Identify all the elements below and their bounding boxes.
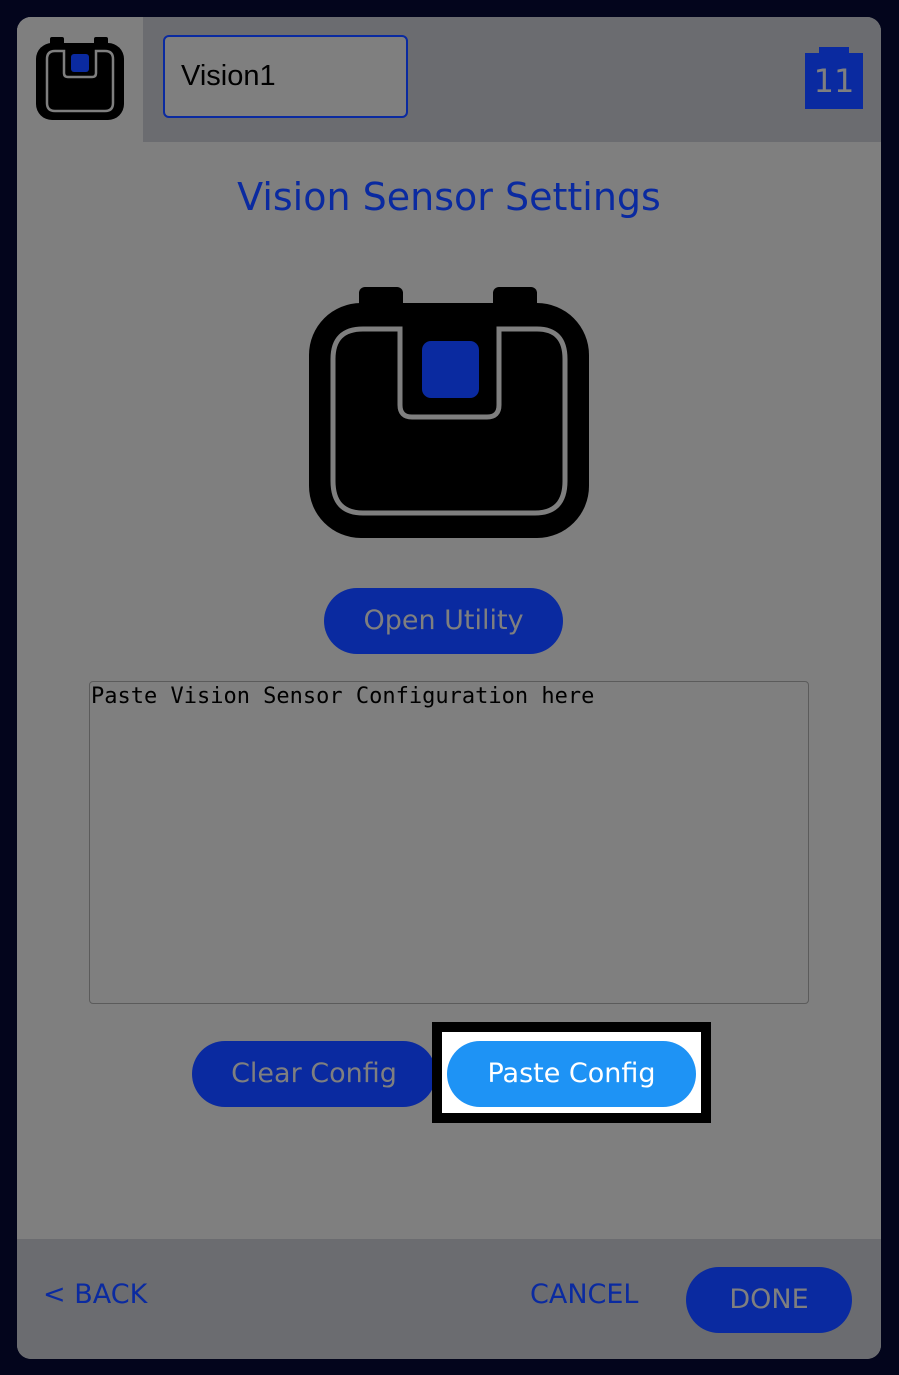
- clear-config-button[interactable]: Clear Config: [192, 1041, 436, 1107]
- device-icon-box: [17, 17, 143, 142]
- vision-sensor-icon: [36, 37, 124, 120]
- port-badge: 11: [805, 47, 863, 109]
- header-bar: 11: [17, 17, 881, 142]
- cancel-button[interactable]: CANCEL: [530, 1279, 638, 1310]
- vision-sensor-icon: [309, 287, 589, 538]
- done-button[interactable]: DONE: [686, 1267, 852, 1333]
- open-utility-button[interactable]: Open Utility: [324, 588, 563, 654]
- back-button[interactable]: < BACK: [43, 1279, 147, 1310]
- port-number: 11: [805, 53, 863, 109]
- page-title: Vision Sensor Settings: [237, 175, 661, 219]
- config-textarea[interactable]: [89, 681, 809, 1004]
- vision-sensor-settings-dialog: 11 Vision Sensor Settings Open Utility C…: [17, 17, 881, 1359]
- device-name-input[interactable]: [163, 35, 408, 118]
- paste-config-button[interactable]: Paste Config: [447, 1041, 696, 1107]
